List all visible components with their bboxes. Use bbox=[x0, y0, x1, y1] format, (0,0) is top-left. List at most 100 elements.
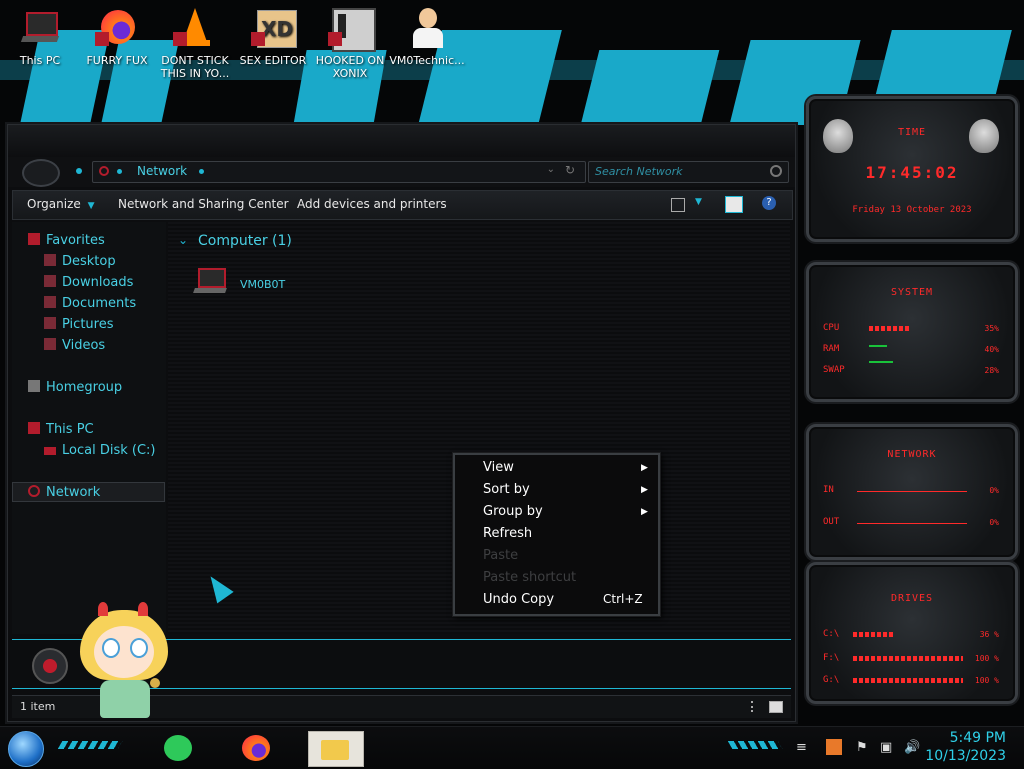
window-titlebar[interactable] bbox=[8, 125, 795, 157]
nav-downloads[interactable]: Downloads bbox=[44, 275, 133, 290]
nav-homegroup[interactable]: Homegroup bbox=[28, 380, 122, 395]
show-hidden-icons-icon[interactable]: ≡ bbox=[796, 740, 807, 755]
breadcrumb[interactable]: Network bbox=[137, 164, 187, 178]
ram-graph bbox=[869, 345, 887, 347]
flag-icon[interactable]: ⚑ bbox=[856, 740, 868, 755]
network-in-label: IN bbox=[823, 485, 834, 495]
menu-item-view[interactable]: View ▶ bbox=[455, 457, 654, 479]
nav-local-disk[interactable]: Local Disk (C:) bbox=[44, 443, 155, 458]
firefox-icon bbox=[242, 735, 270, 761]
pictures-icon bbox=[44, 317, 56, 329]
start-button[interactable] bbox=[8, 731, 44, 767]
help-icon[interactable]: ? bbox=[762, 196, 776, 210]
details-view-icon[interactable] bbox=[751, 701, 763, 712]
desktop-icon-label: SEX EDITOR bbox=[239, 54, 307, 67]
network-gadget[interactable]: NETWORK IN 0% OUT 0% bbox=[806, 424, 1018, 560]
documents-icon bbox=[44, 296, 56, 308]
network-tray-icon[interactable]: ▣ bbox=[880, 740, 892, 755]
ram-value: 40% bbox=[984, 345, 999, 354]
add-devices-button[interactable]: Add devices and printers bbox=[297, 197, 447, 211]
network-in-value: 0% bbox=[989, 486, 999, 495]
back-forward-button[interactable] bbox=[22, 159, 60, 187]
desktop-icon-label: HOOKED ON XONIX bbox=[315, 54, 385, 80]
computer-icon bbox=[192, 266, 228, 302]
breadcrumb-separator-icon bbox=[117, 169, 122, 174]
desktop-icon-hooked-on-xonix[interactable]: HOOKED ON XONIX bbox=[312, 6, 388, 80]
taskbar-clock[interactable]: 5:49 PM 10/13/2023 bbox=[925, 729, 1006, 765]
list-item[interactable]: VM0B0T bbox=[192, 266, 302, 306]
chevron-down-icon[interactable]: ▼ bbox=[695, 197, 702, 207]
nav-network[interactable]: Network bbox=[28, 485, 100, 500]
address-row: Network ⌄ ↻ Search Network bbox=[8, 157, 795, 187]
address-bar[interactable]: Network ⌄ ↻ bbox=[92, 161, 586, 183]
drive-value: 100 % bbox=[974, 676, 999, 685]
chevron-down-icon[interactable]: ⌄ bbox=[178, 233, 188, 247]
menu-item-refresh[interactable]: Refresh bbox=[455, 523, 654, 545]
time-gadget[interactable]: TIME 17:45:02 Friday 13 October 2023 bbox=[806, 96, 1018, 242]
preview-pane-icon[interactable] bbox=[725, 196, 743, 213]
menu-item-label: Paste shortcut bbox=[483, 570, 577, 585]
cpu-value: 35% bbox=[984, 324, 999, 333]
system-gadget[interactable]: SYSTEM CPU 35% RAM 40% SWAP 28% bbox=[806, 262, 1018, 402]
mouse-cursor bbox=[202, 570, 234, 604]
taskbar-app-explorer[interactable] bbox=[308, 731, 364, 767]
nav-favorites[interactable]: Favorites bbox=[28, 233, 105, 248]
ram-label: RAM bbox=[823, 344, 840, 354]
star-icon bbox=[28, 233, 40, 245]
nav-label: Videos bbox=[62, 338, 106, 353]
drive-value: 100 % bbox=[974, 654, 999, 663]
taskbar-app-firefox[interactable] bbox=[240, 733, 272, 763]
videos-icon bbox=[44, 338, 56, 350]
gadget-title: DRIVES bbox=[890, 593, 934, 604]
search-box[interactable]: Search Network bbox=[588, 161, 789, 183]
xampp-icon[interactable] bbox=[826, 739, 842, 755]
search-icon[interactable] bbox=[770, 165, 782, 177]
drive-value: 36 % bbox=[979, 630, 999, 639]
gadget-title: NETWORK bbox=[887, 449, 937, 460]
menu-item-label: Undo Copy bbox=[483, 592, 555, 607]
refresh-icon[interactable]: ↻ bbox=[565, 163, 575, 177]
desktop-icon-vm0technic[interactable]: VM0Technic... bbox=[389, 6, 465, 67]
game-icon bbox=[328, 6, 376, 52]
nav-documents[interactable]: Documents bbox=[44, 296, 136, 311]
group-header[interactable]: Computer (1) bbox=[198, 233, 292, 249]
network-sharing-center-button[interactable]: Network and Sharing Center bbox=[118, 197, 289, 211]
organize-button[interactable]: Organize ▼ bbox=[27, 197, 95, 211]
gadget-title: TIME bbox=[897, 127, 927, 138]
notes-icon bbox=[164, 735, 192, 761]
breadcrumb-separator-icon bbox=[199, 169, 204, 174]
menu-item-label: Group by bbox=[483, 504, 543, 519]
clock-time: 5:49 PM bbox=[949, 730, 1006, 746]
taskbar-app-notes[interactable] bbox=[162, 733, 194, 763]
desktop-icon-dont-stick[interactable]: DONT STICK THIS IN YO... bbox=[157, 6, 233, 80]
dropdown-dot-icon[interactable] bbox=[76, 168, 82, 174]
cartoon-character-sticker bbox=[76, 598, 172, 722]
desktop-icon-sex-editor[interactable]: XD SEX EDITOR bbox=[235, 6, 311, 67]
nav-label: Local Disk (C:) bbox=[62, 443, 156, 458]
volume-icon[interactable]: 🔊 bbox=[904, 740, 920, 755]
view-options-icon[interactable] bbox=[671, 198, 685, 212]
network-out-label: OUT bbox=[823, 517, 840, 527]
desktop-icon-this-pc[interactable]: This PC bbox=[2, 6, 78, 67]
navigation-pane: Favorites Desktop Downloads Documents Pi… bbox=[12, 222, 166, 634]
large-icons-view-icon[interactable] bbox=[769, 701, 783, 713]
menu-item-label: Sort by bbox=[483, 482, 530, 497]
nav-label: Favorites bbox=[46, 233, 105, 248]
taskbar-deco bbox=[727, 741, 783, 749]
desktop-icon-furry-fux[interactable]: FURRY FUX bbox=[79, 6, 155, 67]
computer-icon bbox=[28, 422, 40, 434]
nav-pictures[interactable]: Pictures bbox=[44, 317, 113, 332]
menu-item-sort-by[interactable]: Sort by ▶ bbox=[455, 479, 654, 501]
nav-this-pc[interactable]: This PC bbox=[28, 422, 94, 437]
search-input[interactable]: Search Network bbox=[595, 165, 682, 178]
vlc-cone-icon bbox=[173, 6, 217, 50]
nav-videos[interactable]: Videos bbox=[44, 338, 105, 353]
context-menu: View ▶ Sort by ▶ Group by ▶ Refresh Past… bbox=[453, 453, 660, 616]
drives-gadget[interactable]: DRIVES C:\ 36 % F:\ 100 % G:\ 100 % bbox=[806, 562, 1018, 704]
nav-desktop[interactable]: Desktop bbox=[44, 254, 116, 269]
menu-item-undo-copy[interactable]: Undo Copy Ctrl+Z bbox=[455, 589, 654, 611]
address-dropdown-icon[interactable]: ⌄ bbox=[547, 164, 555, 175]
desktop-icon-label: VM0Technic... bbox=[389, 54, 465, 67]
menu-item-group-by[interactable]: Group by ▶ bbox=[455, 501, 654, 523]
clock-date: 10/13/2023 bbox=[925, 748, 1006, 764]
